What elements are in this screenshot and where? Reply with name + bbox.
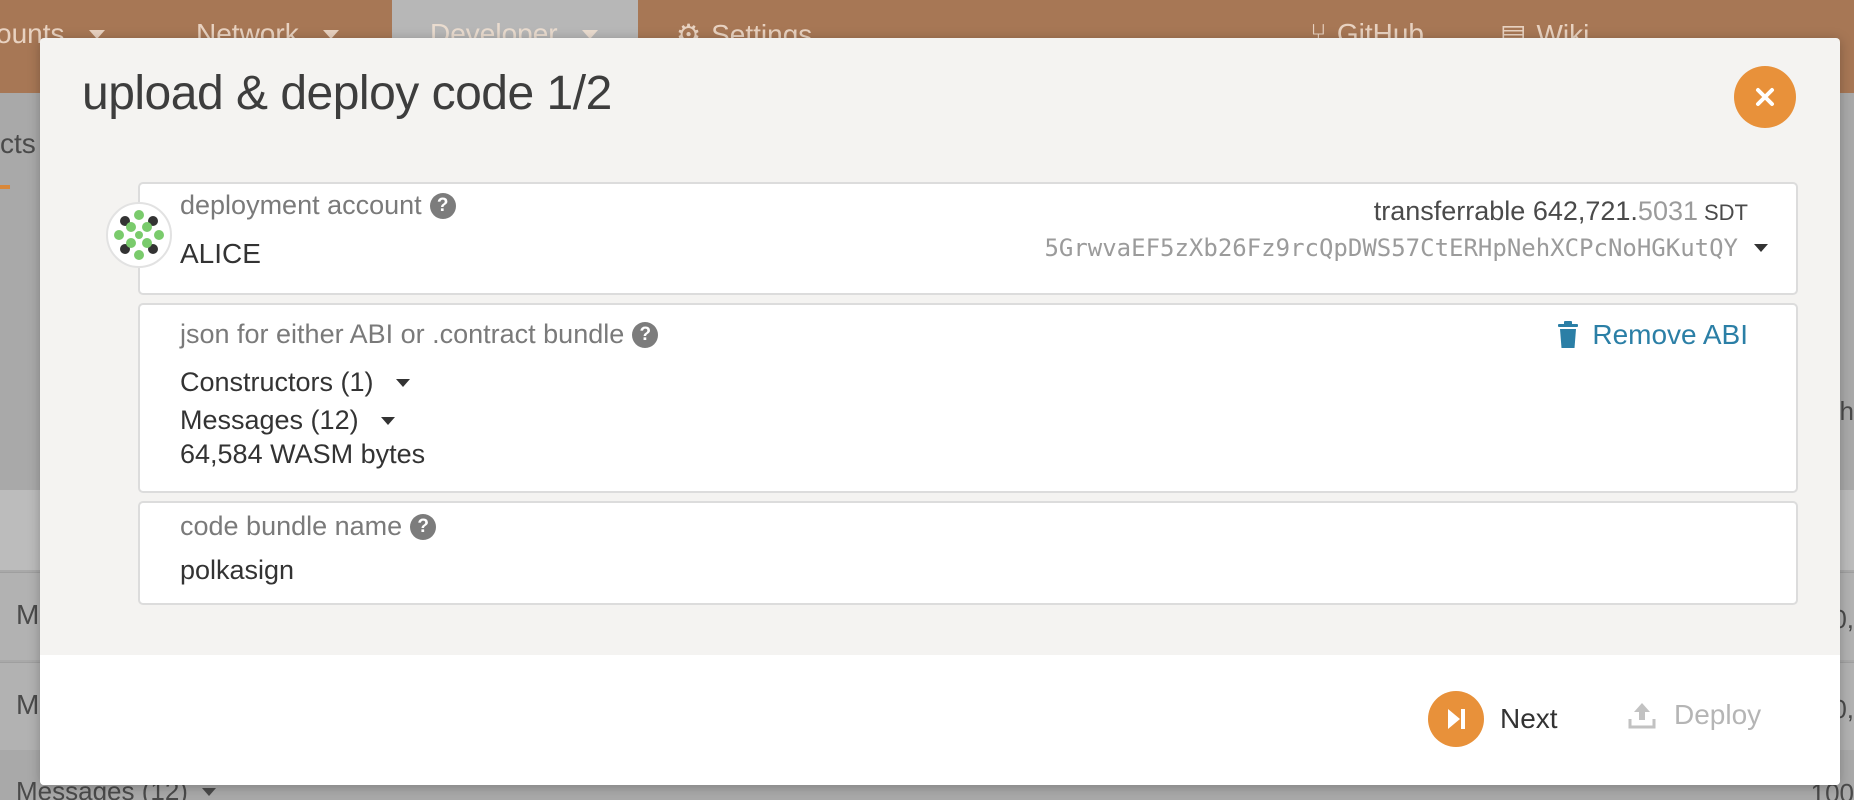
bundle-label-wrap: code bundle name ? [180, 511, 437, 542]
modal-footer: Next Deploy [40, 655, 1840, 785]
help-icon[interactable]: ? [429, 192, 456, 219]
bundle-name-input[interactable]: polkasign [180, 555, 294, 586]
remove-abi-label: Remove ABI [1592, 319, 1748, 350]
deploy-button[interactable]: Deploy [1626, 699, 1761, 731]
step-forward-icon [1448, 709, 1465, 729]
chevron-down-icon [201, 787, 216, 796]
account-name: ALICE [180, 238, 261, 269]
bg-fragment: h [1839, 396, 1854, 426]
deployment-account-selector[interactable]: deployment account ? ALICE transferrable… [138, 182, 1798, 295]
balance-label: transferrable [1373, 196, 1526, 226]
account-avatar [106, 202, 172, 268]
code-bundle-name-field[interactable]: code bundle name ? polkasign [138, 501, 1798, 605]
upload-icon [1628, 703, 1656, 729]
chevron-down-icon [395, 378, 410, 387]
next-button[interactable]: Next [1428, 691, 1558, 747]
deployment-account-label-wrap: deployment account ? [180, 190, 456, 221]
messages-expander[interactable]: Messages (12) [180, 405, 395, 436]
upload-deploy-modal: upload & deploy code 1/2 deployment acco… [40, 38, 1840, 785]
messages-label: Messages (12) [180, 405, 359, 435]
trash-icon [1558, 321, 1579, 348]
account-address-value: 5GrwvaEF5zXb26Fz9rcQpDWS57CtERHpNehXCPcN… [1044, 234, 1738, 262]
row-label: M [16, 689, 40, 720]
help-icon[interactable]: ? [632, 321, 659, 348]
tab-underline [0, 185, 10, 189]
identicon-icon [111, 207, 167, 263]
remove-abi-button[interactable]: Remove ABI [1556, 319, 1748, 351]
account-address[interactable]: 5GrwvaEF5zXb26Fz9rcQpDWS57CtERHpNehXCPcN… [1044, 234, 1768, 262]
abi-upload-panel[interactable]: json for either ABI or .contract bundle … [138, 303, 1798, 493]
next-icon-circle [1428, 691, 1484, 747]
modal-title: upload & deploy code 1/2 [82, 67, 612, 120]
constructors-expander[interactable]: Constructors (1) [180, 367, 410, 398]
deploy-label: Deploy [1674, 699, 1762, 730]
transferrable-balance: transferrable 642,721.5031 SDT [1374, 196, 1748, 227]
balance-decimal: 5031 [1637, 196, 1698, 226]
row-label: M [16, 599, 40, 630]
abi-label: json for either ABI or .contract bundle [180, 319, 625, 349]
deployment-account-label: deployment account [180, 190, 422, 220]
chevron-down-icon [380, 416, 395, 425]
chevron-down-icon [1754, 244, 1768, 252]
balance-integer: 642,721. [1532, 196, 1638, 226]
help-icon[interactable]: ? [410, 513, 437, 540]
balance-unit: SDT [1704, 200, 1748, 225]
abi-label-wrap: json for either ABI or .contract bundle … [180, 319, 659, 350]
tab-contracts[interactable]: cts [0, 128, 36, 160]
constructors-label: Constructors (1) [180, 367, 374, 397]
next-label: Next [1500, 703, 1558, 734]
bundle-label: code bundle name [180, 511, 403, 541]
close-button[interactable] [1734, 66, 1796, 128]
wasm-bytes: 64,584 WASM bytes [180, 439, 426, 469]
close-icon [1756, 88, 1774, 106]
